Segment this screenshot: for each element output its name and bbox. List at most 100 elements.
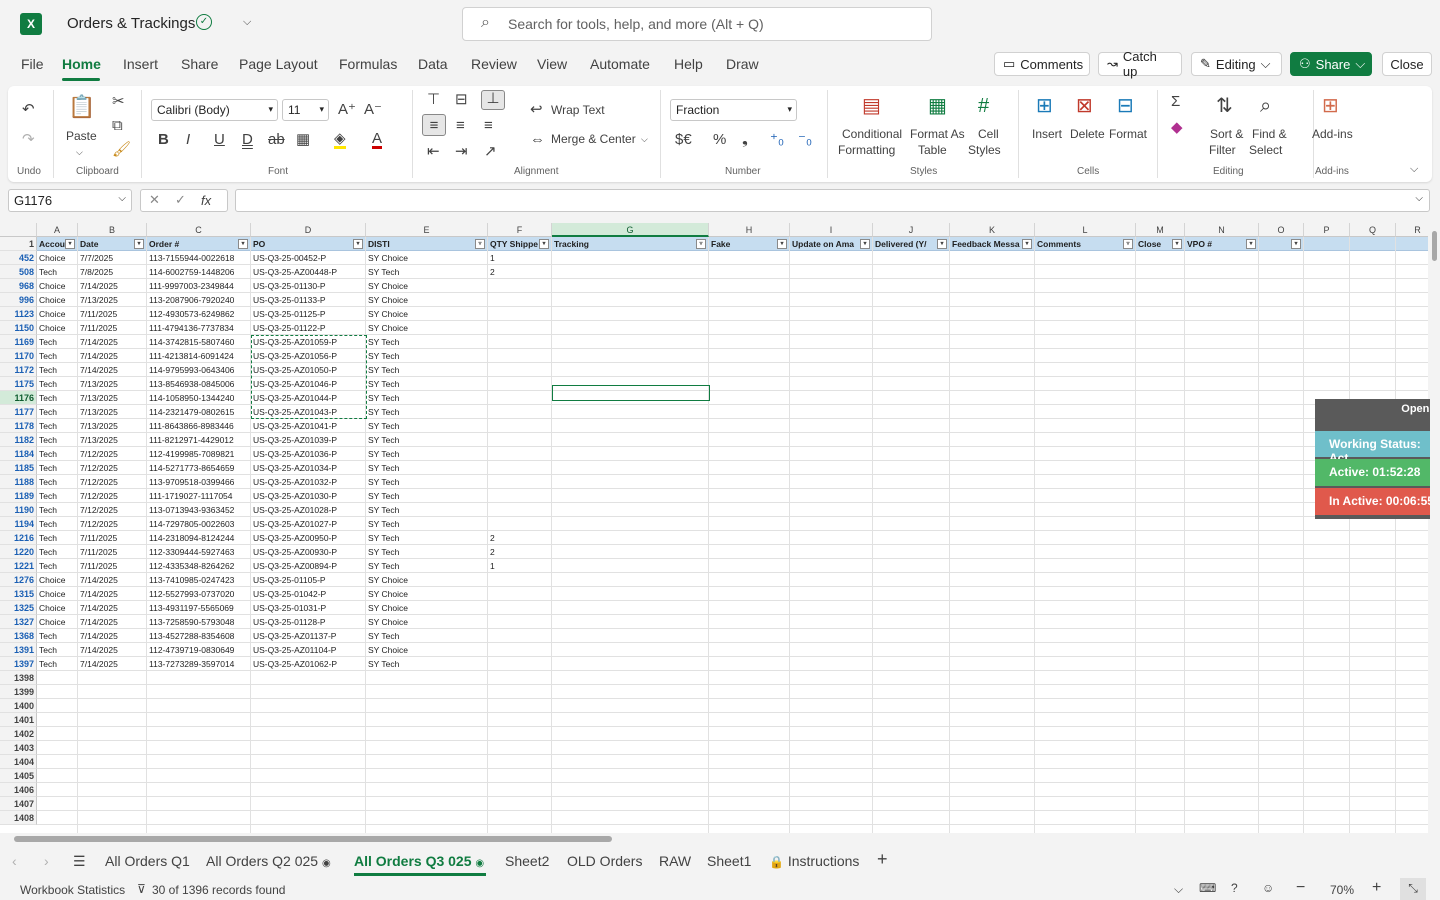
number-format-select[interactable]: Fraction ▾	[670, 99, 797, 121]
row-number[interactable]: 1400	[0, 699, 37, 713]
row-number[interactable]: 1194	[0, 517, 37, 531]
table-cell[interactable]: 7/12/2025	[78, 503, 147, 517]
column-header-c[interactable]: C	[147, 223, 251, 237]
table-cell[interactable]: SY Choice	[366, 293, 488, 307]
table-cell[interactable]: 7/11/2025	[78, 307, 147, 321]
table-cell[interactable]: 7/13/2025	[78, 377, 147, 391]
table-cell[interactable]: 7/13/2025	[78, 419, 147, 433]
table-cell[interactable]: Choice	[37, 293, 78, 307]
table-cell[interactable]	[488, 643, 552, 657]
sort-filter-label[interactable]: Sort &	[1210, 126, 1243, 142]
table-cell[interactable]	[488, 517, 552, 531]
table-cell[interactable]: 7/12/2025	[78, 517, 147, 531]
table-cell[interactable]: US-Q3-25-AZ00930-P	[251, 545, 366, 559]
table-cell[interactable]: US-Q3-25-AZ00950-P	[251, 531, 366, 545]
table-cell[interactable]: 2	[488, 531, 552, 545]
table-cell[interactable]: 114-3742815-5807460	[147, 335, 251, 349]
table-header-cell[interactable]: ▾	[1259, 237, 1304, 251]
wrap-text-icon[interactable]: ↩	[530, 102, 543, 117]
table-header-cell[interactable]: Delivered (Y/▾	[873, 237, 950, 251]
table-header-cell[interactable]: QTY Shippe ▾	[488, 237, 552, 251]
table-cell[interactable]	[488, 447, 552, 461]
table-cell[interactable]: 7/14/2025	[78, 279, 147, 293]
table-cell[interactable]	[488, 489, 552, 503]
orientation-icon[interactable]: ↗	[484, 144, 497, 159]
table-cell[interactable]: Choice	[37, 601, 78, 615]
table-cell[interactable]: 114-1058950-1344240	[147, 391, 251, 405]
fit-screen-icon[interactable]: ⤡	[1400, 878, 1426, 900]
filter-dropdown-icon[interactable]: ▿	[1123, 239, 1133, 249]
row-number[interactable]: 1170	[0, 349, 37, 363]
table-cell[interactable]: US-Q3-25-AZ01034-P	[251, 461, 366, 475]
name-box[interactable]: G1176 ⌵	[8, 189, 132, 212]
title-chevron-down-icon[interactable]: ⌵	[243, 16, 251, 29]
table-cell[interactable]	[488, 405, 552, 419]
add-ins-icon[interactable]: ⊞	[1322, 96, 1339, 116]
table-cell[interactable]: 111-4213814-6091424	[147, 349, 251, 363]
column-header-g[interactable]: G	[552, 223, 709, 237]
merge-center-button[interactable]: Merge & Center	[551, 131, 636, 147]
filter-dropdown-icon[interactable]: ▾	[238, 239, 248, 249]
row-number[interactable]: 508	[0, 265, 37, 279]
format-cells-icon[interactable]: ⊟	[1117, 96, 1134, 116]
table-cell[interactable]	[488, 349, 552, 363]
table-cell[interactable]: SY Tech	[366, 559, 488, 573]
currency-icon[interactable]: $€	[675, 132, 692, 147]
increase-indent-icon[interactable]: ⇥	[455, 144, 468, 159]
cut-icon[interactable]: ✂	[112, 94, 125, 109]
table-cell[interactable]: 114-6002759-1448206	[147, 265, 251, 279]
table-cell[interactable]: Tech	[37, 559, 78, 573]
copy-icon[interactable]: ⧉	[112, 118, 123, 133]
table-cell[interactable]: SY Tech	[366, 461, 488, 475]
format-as-table-label-2[interactable]: Table	[918, 142, 947, 158]
formula-input[interactable]: ⌵	[235, 189, 1430, 212]
table-header-cell[interactable]: PO ▾	[251, 237, 366, 251]
table-cell[interactable]: SY Choice	[366, 587, 488, 601]
next-sheet-icon[interactable]: ›	[44, 853, 49, 869]
table-cell[interactable]: US-Q3-25-AZ01028-P	[251, 503, 366, 517]
find-select-icon[interactable]: ⌕	[1260, 96, 1271, 116]
table-cell[interactable]: SY Choice	[366, 573, 488, 587]
row-number[interactable]: 1404	[0, 755, 37, 769]
table-cell[interactable]: US-Q3-25-AZ01027-P	[251, 517, 366, 531]
table-cell[interactable]: SY Tech	[366, 545, 488, 559]
filter-dropdown-icon[interactable]: ▾	[134, 239, 144, 249]
spreadsheet-grid[interactable]: A B C D E F G H I J K L M N O P Q R 1 Accou ▾ Date ▾ Order # ▾ PO…	[0, 223, 1428, 833]
italic-icon[interactable]: I	[186, 132, 190, 147]
table-cell[interactable]: 7/13/2025	[78, 405, 147, 419]
table-cell[interactable]: SY Tech	[366, 531, 488, 545]
table-cell[interactable]: Choice	[37, 251, 78, 265]
table-header-cell[interactable]: Close ▾	[1136, 237, 1185, 251]
table-cell[interactable]: 112-4199985-7089821	[147, 447, 251, 461]
cell-styles-label[interactable]: Cell	[978, 126, 999, 142]
insert-cells-label[interactable]: Insert	[1032, 126, 1062, 142]
merge-center-icon[interactable]: ⇔	[530, 132, 545, 147]
table-cell[interactable]: 7/14/2025	[78, 657, 147, 671]
catch-up-button[interactable]: ↝ Catch up	[1098, 49, 1182, 79]
table-cell[interactable]	[488, 461, 552, 475]
table-cell[interactable]: 7/13/2025	[78, 433, 147, 447]
double-underline-icon[interactable]: D	[242, 132, 253, 147]
table-header-cell[interactable]	[1396, 237, 1428, 251]
row-number[interactable]: 1123	[0, 307, 37, 321]
column-header-p[interactable]: P	[1304, 223, 1350, 237]
table-cell[interactable]	[488, 377, 552, 391]
table-cell[interactable]: Tech	[37, 461, 78, 475]
open-button[interactable]: Open A	[1315, 403, 1440, 421]
table-cell[interactable]: 7/14/2025	[78, 335, 147, 349]
table-cell[interactable]: SY Tech	[366, 489, 488, 503]
row-number[interactable]: 1397	[0, 657, 37, 671]
table-header-cell[interactable]: DISTI ▿	[366, 237, 488, 251]
menu-help[interactable]: Help	[674, 56, 703, 72]
all-sheets-menu-icon[interactable]: ☰	[73, 853, 86, 870]
table-cell[interactable]: SY Tech	[366, 503, 488, 517]
column-header-l[interactable]: L	[1035, 223, 1136, 237]
table-cell[interactable]: Tech	[37, 363, 78, 377]
column-header-a[interactable]: A	[37, 223, 78, 237]
row-number[interactable]: 1405	[0, 769, 37, 783]
row-number[interactable]: 1221	[0, 559, 37, 573]
column-header-q[interactable]: Q	[1350, 223, 1396, 237]
table-cell[interactable]: 114-9795993-0643406	[147, 363, 251, 377]
row-number[interactable]: 1190	[0, 503, 37, 517]
menu-draw[interactable]: Draw	[726, 56, 759, 72]
